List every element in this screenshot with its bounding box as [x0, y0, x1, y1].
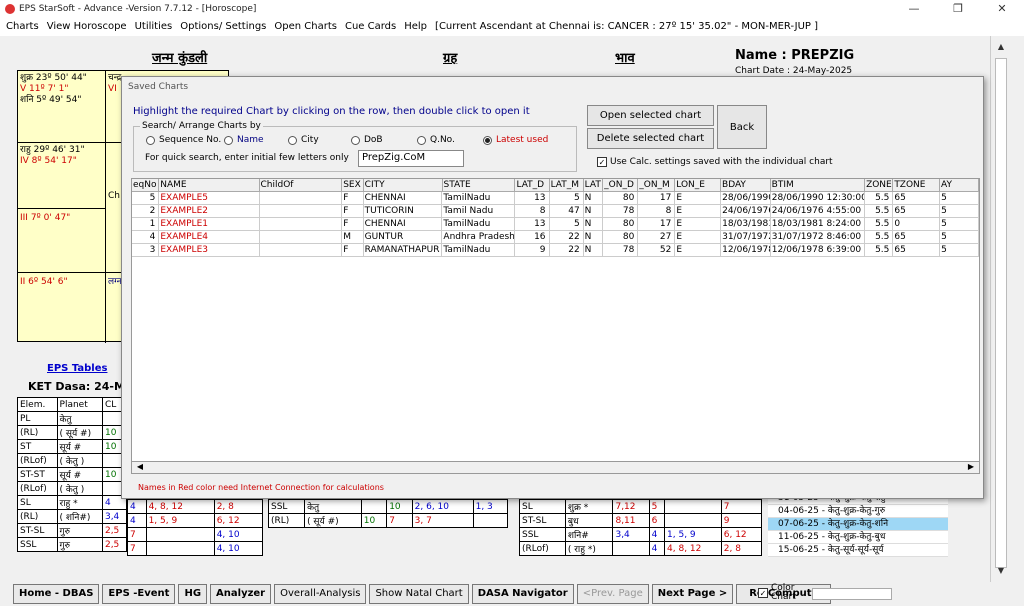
menu-options[interactable]: Options/ Settings: [180, 21, 266, 32]
table-row[interactable]: 5 EXAMPLE5 F CHENNAI TamilNadu 13 5 N 80…: [132, 192, 979, 205]
dasa-navigator-button[interactable]: DASA Navigator: [471, 584, 574, 604]
quick-search-label: For quick search, enter initial few lett…: [145, 153, 349, 163]
minimize-button[interactable]: —: [892, 0, 936, 17]
dasa-item[interactable]: 15-06-25 - केतु-सूर्य-सूर्य-सूर्य: [768, 544, 948, 557]
menu-view-horoscope[interactable]: View Horoscope: [47, 21, 127, 32]
menu-cue-cards[interactable]: Cue Cards: [345, 21, 396, 32]
zoom-slider[interactable]: [812, 588, 892, 600]
chart-date: Chart Date : 24-May-2025: [735, 66, 853, 76]
menu-utilities[interactable]: Utilities: [135, 21, 173, 32]
use-calc-settings-checkbox[interactable]: ✓ Use Calc. settings saved with the indi…: [597, 157, 833, 167]
open-selected-chart-button[interactable]: Open selected chart: [587, 105, 714, 126]
dasa-item-selected[interactable]: 07-06-25 - केतु-शुक्र-केतु-शनि: [768, 518, 948, 531]
ascendant-info: [Current Ascendant at Chennai is: CANCER…: [435, 20, 818, 32]
dasa-item[interactable]: 04-06-25 - केतु-शुक्र-केतु-गुरु: [768, 505, 948, 518]
scroll-right-icon[interactable]: ▶: [965, 462, 977, 471]
next-page-button[interactable]: Next Page >: [651, 584, 734, 604]
show-natal-chart-button[interactable]: Show Natal Chart: [369, 584, 469, 604]
checkbox-checked-icon[interactable]: ✓: [758, 588, 768, 598]
radio-icon: [417, 135, 426, 145]
horizontal-scrollbar[interactable]: ◀ ▶: [131, 461, 980, 474]
search-arrange-group: Search/ Arrange Charts by Sequence No. N…: [133, 121, 577, 172]
kundli-house-12: शुक्र 23º 50' 44" V 11º 7' 1" शनि 5º 49' 5…: [18, 71, 106, 143]
graha-header: ग्रह: [443, 51, 458, 66]
radio-dob[interactable]: DoB: [351, 135, 417, 145]
radio-icon: [224, 135, 233, 145]
internet-note: Names in Red color need Internet Connect…: [138, 483, 384, 492]
delete-selected-chart-button[interactable]: Delete selected chart: [587, 128, 714, 149]
saved-charts-dialog: Saved Charts Highlight the required Char…: [121, 76, 984, 499]
table-row[interactable]: 2 EXAMPLE2 F TUTICORIN Tamil Nadu 8 47 N…: [132, 205, 979, 218]
grid-header: eqNo NAME ChildOf SEX CITY STATE LAT_D L…: [132, 179, 979, 192]
kundli-house-9: II 6º 54' 6": [18, 273, 106, 343]
janma-kundli-header: जन्म कुंडली: [152, 51, 208, 66]
menu-charts[interactable]: Charts: [6, 21, 39, 32]
menu-bar: Charts View Horoscope Utilities Options/…: [0, 17, 1024, 35]
restore-button[interactable]: ❐: [936, 0, 980, 17]
radio-city[interactable]: City: [288, 135, 351, 145]
menu-open-charts[interactable]: Open Charts: [274, 21, 337, 32]
bhava-header: भाव: [615, 51, 635, 66]
overall-analysis-button[interactable]: Overall-Analysis: [274, 584, 367, 604]
group-label: Search/ Arrange Charts by: [140, 121, 263, 131]
app-icon: [5, 3, 15, 14]
analyzer-button[interactable]: Analyzer: [210, 584, 272, 604]
radio-name[interactable]: Name: [224, 135, 288, 145]
home-dbas-button[interactable]: Home - DBAS: [13, 584, 100, 604]
quick-search-input[interactable]: PrepZig.CoM: [358, 150, 464, 167]
vertical-scrollbar[interactable]: ▲ ▼: [990, 36, 1024, 582]
scroll-left-icon[interactable]: ◀: [134, 462, 146, 471]
scroll-down-icon[interactable]: ▼: [995, 566, 1007, 578]
elem-table: Elem. Planet CL PL केतु (RL)( सूर्य #) 10 ST…: [17, 397, 128, 552]
scroll-up-icon[interactable]: ▲: [995, 42, 1007, 54]
close-button[interactable]: ✕: [980, 0, 1024, 17]
eps-tables-link[interactable]: EPS Tables: [47, 363, 107, 374]
kundli-house-11: राहु 29º 46' 31" IV 8º 54' 17": [18, 143, 106, 209]
ssl-table: SSL केतु 10 2, 6, 10 1, 3 (RL)( सूर्य #) 10 7 3…: [267, 499, 509, 528]
saved-charts-grid[interactable]: eqNo NAME ChildOf SEX CITY STATE LAT_D L…: [131, 178, 980, 462]
title-bar: EPS StarSoft - Advance -Version 7.7.12 -…: [0, 0, 1024, 17]
radio-selected-icon: [483, 135, 492, 145]
right-significators-table: SL शुक्र * 7,12 5 7 ST-SL बुध 8,11 6 9 SSL शनि# 3,…: [519, 499, 763, 556]
eps-event-button[interactable]: EPS -Event: [102, 584, 176, 604]
table-row[interactable]: 3 EXAMPLE3 F RAMANATHAPUR TamilNadu 9 22…: [132, 244, 979, 257]
dialog-instruction: Highlight the required Chart by clicking…: [133, 106, 530, 117]
dasa-item[interactable]: 11-06-25 - केतु-शुक्र-केतु-बुध: [768, 531, 948, 544]
dialog-title: Saved Charts: [128, 82, 189, 92]
radio-latest-used[interactable]: Latest used: [483, 135, 548, 145]
back-button[interactable]: Back: [717, 105, 767, 149]
table-row[interactable]: 4 EXAMPLE4 M GUNTUR Andhra Pradesh 16 22…: [132, 231, 979, 244]
kundli-house-10: III 7º 0' 47": [18, 209, 106, 273]
chart-name: Name : PREPZIG: [735, 48, 855, 63]
radio-icon: [351, 135, 360, 145]
window-title: EPS StarSoft - Advance -Version 7.7.12 -…: [19, 3, 257, 14]
radio-icon: [146, 135, 155, 145]
radio-icon: [288, 135, 297, 145]
mid-values-table: 4 4, 8, 12 2, 8 4 1, 5, 9 6, 12 7 4, 10 7 4, 1…: [127, 499, 264, 556]
radio-sequence[interactable]: Sequence No.: [146, 135, 224, 145]
color-chart-checkbox[interactable]: ✓ Color Chart: [758, 584, 811, 602]
dasa-list: 31-05-25 - केतु-शुक्र-केतु-राहु 04-06-25…: [768, 492, 948, 557]
checkbox-checked-icon[interactable]: ✓: [597, 157, 607, 167]
radio-qno[interactable]: Q.No.: [417, 135, 483, 145]
table-row[interactable]: 1 EXAMPLE1 F CHENNAI TamilNadu 13 5 N 80…: [132, 218, 979, 231]
menu-help[interactable]: Help: [404, 21, 427, 32]
hg-button[interactable]: HG: [178, 584, 208, 604]
prev-page-button[interactable]: <Prev. Page: [576, 584, 649, 604]
